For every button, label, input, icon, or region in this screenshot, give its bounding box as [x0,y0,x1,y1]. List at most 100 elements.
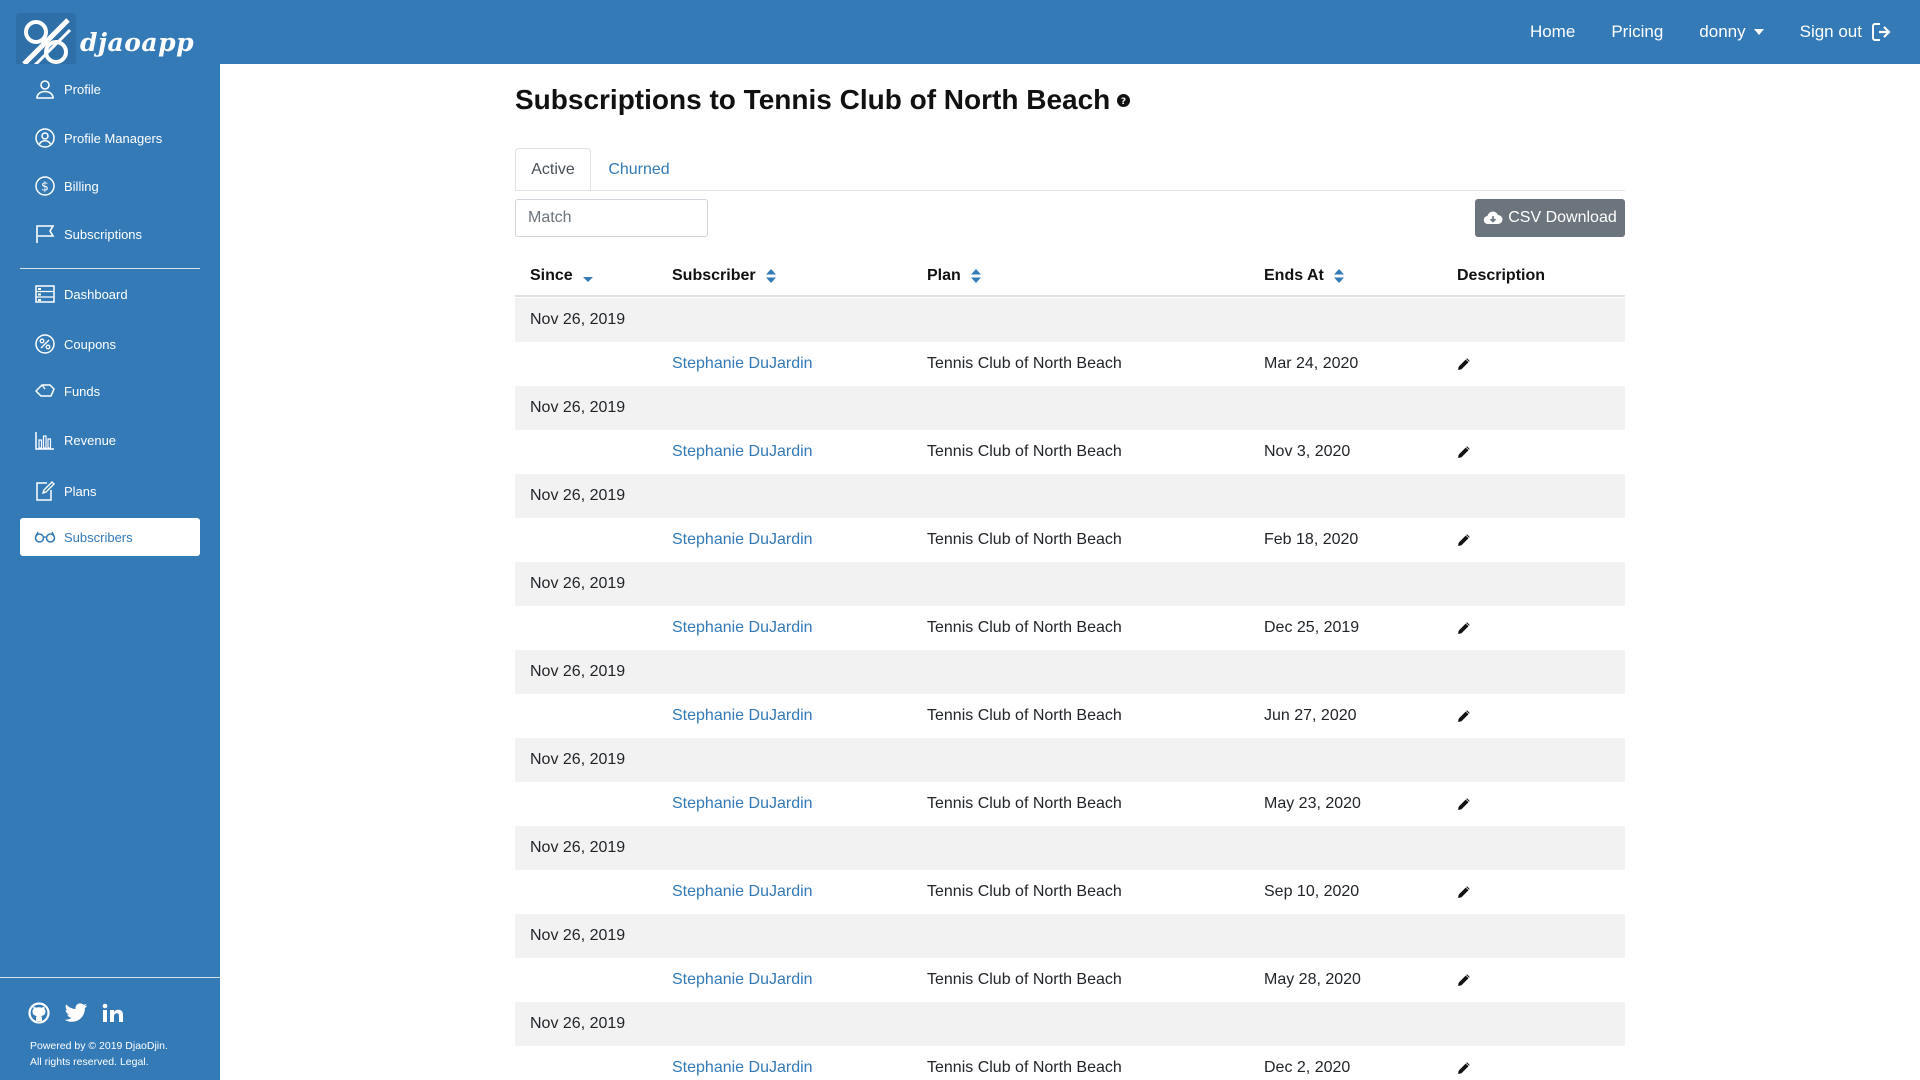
tab-active[interactable]: Active [515,148,591,191]
column-since[interactable]: Since [530,255,593,297]
sidebar-item-profile[interactable]: Profile [20,70,200,108]
sidebar-item-label: Plans [64,483,97,499]
subscriber-link[interactable]: Stephanie DuJardin [672,782,813,826]
column-since-label: Since [530,267,573,284]
pencil-icon[interactable] [1457,782,1471,826]
subscriber-link[interactable]: Stephanie DuJardin [672,1046,813,1080]
subscriber-link[interactable]: Stephanie DuJardin [672,694,813,738]
sidebar-item-plans[interactable]: Plans [20,472,200,510]
table-row: Stephanie DuJardin Tennis Club of North … [515,782,1625,826]
twitter-icon[interactable] [64,1003,88,1023]
table-row-group: Nov 26, 2019 Stephanie DuJardin Tennis C… [515,914,1625,1002]
sidebar-item-label: Revenue [64,432,117,448]
table-row-since: Nov 26, 2019 [515,1002,1625,1046]
chart-icon [34,429,56,451]
since-date: Nov 26, 2019 [530,575,626,592]
table-row: Stephanie DuJardin Tennis Club of North … [515,870,1625,914]
pencil-icon[interactable] [1457,694,1471,738]
table-row: Stephanie DuJardin Tennis Club of North … [515,342,1625,386]
sort-icon [1333,269,1344,283]
sidebar-item-subscriptions[interactable]: Subscriptions [20,215,200,253]
sort-icon [970,269,981,283]
since-date: Nov 26, 2019 [530,1015,626,1032]
github-icon[interactable] [28,1002,50,1024]
brand-logo[interactable]: djaoapp [16,13,194,71]
column-plan[interactable]: Plan [927,255,981,297]
table-row-since: Nov 26, 2019 [515,474,1625,518]
since-date: Nov 26, 2019 [530,839,626,856]
sidebar-footer: Powered by © 2019 DjaoDjin. All rights r… [30,1038,168,1070]
since-date: Nov 26, 2019 [530,399,626,416]
sidebar-item-subscribers[interactable]: Subscribers [20,518,200,556]
nav-home-link[interactable]: Home [1530,22,1575,42]
svg-text:?: ? [1121,97,1126,107]
column-ends-at-label: Ends At [1264,267,1324,284]
search-input[interactable] [515,199,708,237]
subscriber-link[interactable]: Stephanie DuJardin [672,518,813,562]
pencil-icon[interactable] [1457,606,1471,650]
linkedin-icon[interactable] [102,1003,124,1023]
sidebar-item-funds[interactable]: Funds [20,372,200,410]
pencil-icon[interactable] [1457,342,1471,386]
table-row-since: Nov 26, 2019 [515,914,1625,958]
svg-text:$: $ [41,180,49,194]
tab-churned[interactable]: Churned [598,148,680,191]
subscriber-link[interactable]: Stephanie DuJardin [672,606,813,650]
ends-at-cell: Sep 10, 2020 [1264,883,1360,900]
table-row-group: Nov 26, 2019 Stephanie DuJardin Tennis C… [515,738,1625,826]
sidebar-item-revenue[interactable]: Revenue [20,421,200,459]
table-row-since: Nov 26, 2019 [515,738,1625,782]
sort-desc-icon [582,270,593,282]
funds-icon [34,380,56,402]
since-date: Nov 26, 2019 [530,927,626,944]
table-row-group: Nov 26, 2019 Stephanie DuJardin Tennis C… [515,1002,1625,1080]
plan-cell: Tennis Club of North Beach [927,443,1122,460]
pencil-icon[interactable] [1457,430,1471,474]
signout-label: Sign out [1799,22,1862,41]
sidebar-item-label: Funds [64,383,101,399]
table-row: Stephanie DuJardin Tennis Club of North … [515,694,1625,738]
sidebar-item-coupons[interactable]: Coupons [20,325,200,363]
csv-download-button[interactable]: CSV Download [1475,199,1625,237]
nav-pricing-link[interactable]: Pricing [1611,22,1663,42]
signout-link[interactable]: Sign out [1800,22,1892,42]
footer-powered: Powered by © 2019 DjaoDjin. [30,1040,168,1052]
sidebar-item-dashboard[interactable]: Dashboard [20,275,200,313]
pencil-icon[interactable] [1457,1046,1471,1080]
table-row: Stephanie DuJardin Tennis Club of North … [515,958,1625,1002]
table-row: Stephanie DuJardin Tennis Club of North … [515,518,1625,562]
tabs-border [515,190,1625,191]
subscriber-link[interactable]: Stephanie DuJardin [672,430,813,474]
subscriber-link[interactable]: Stephanie DuJardin [672,870,813,914]
sidebar-item-profile-managers[interactable]: Profile Managers [20,119,200,157]
pencil-icon[interactable] [1457,870,1471,914]
table-row-group: Nov 26, 2019 Stephanie DuJardin Tennis C… [515,474,1625,562]
djaoapp-logo-icon [16,13,76,71]
sidebar-item-label: Billing [64,178,99,194]
ends-at-cell: Jun 27, 2020 [1264,707,1357,724]
pencil-icon[interactable] [1457,518,1471,562]
footer-legal-link[interactable]: Legal. [120,1054,149,1070]
nav-links: Home Pricing donny Sign out [1494,0,1892,64]
subscriber-link[interactable]: Stephanie DuJardin [672,342,813,386]
subscriber-link[interactable]: Stephanie DuJardin [672,958,813,1002]
table-row-since: Nov 26, 2019 [515,298,1625,342]
user-menu-dropdown[interactable]: donny [1699,22,1764,42]
page-title-text: Subscriptions to Tennis Club of North Be… [515,84,1111,115]
column-description: Description [1457,255,1545,297]
question-circle-icon[interactable]: ? [1117,93,1131,107]
column-description-label: Description [1457,267,1546,284]
since-date: Nov 26, 2019 [530,663,626,680]
table-header: Since Subscriber Plan Ends At Descriptio… [515,255,1625,297]
column-subscriber[interactable]: Subscriber [672,255,776,297]
pencil-icon[interactable] [1457,958,1471,1002]
table-row-group: Nov 26, 2019 Stephanie DuJardin Tennis C… [515,650,1625,738]
table-row-since: Nov 26, 2019 [515,562,1625,606]
footer-rights: All rights reserved. [30,1056,117,1068]
sidebar-item-billing[interactable]: $ Billing [20,167,200,205]
ends-at-cell: Mar 24, 2020 [1264,355,1359,372]
sidebar: Profile Profile Managers $ Billing Subsc… [0,64,220,1080]
sidebar-item-label: Subscriptions [64,226,143,242]
percent-icon [34,333,56,355]
column-ends-at[interactable]: Ends At [1264,255,1344,297]
